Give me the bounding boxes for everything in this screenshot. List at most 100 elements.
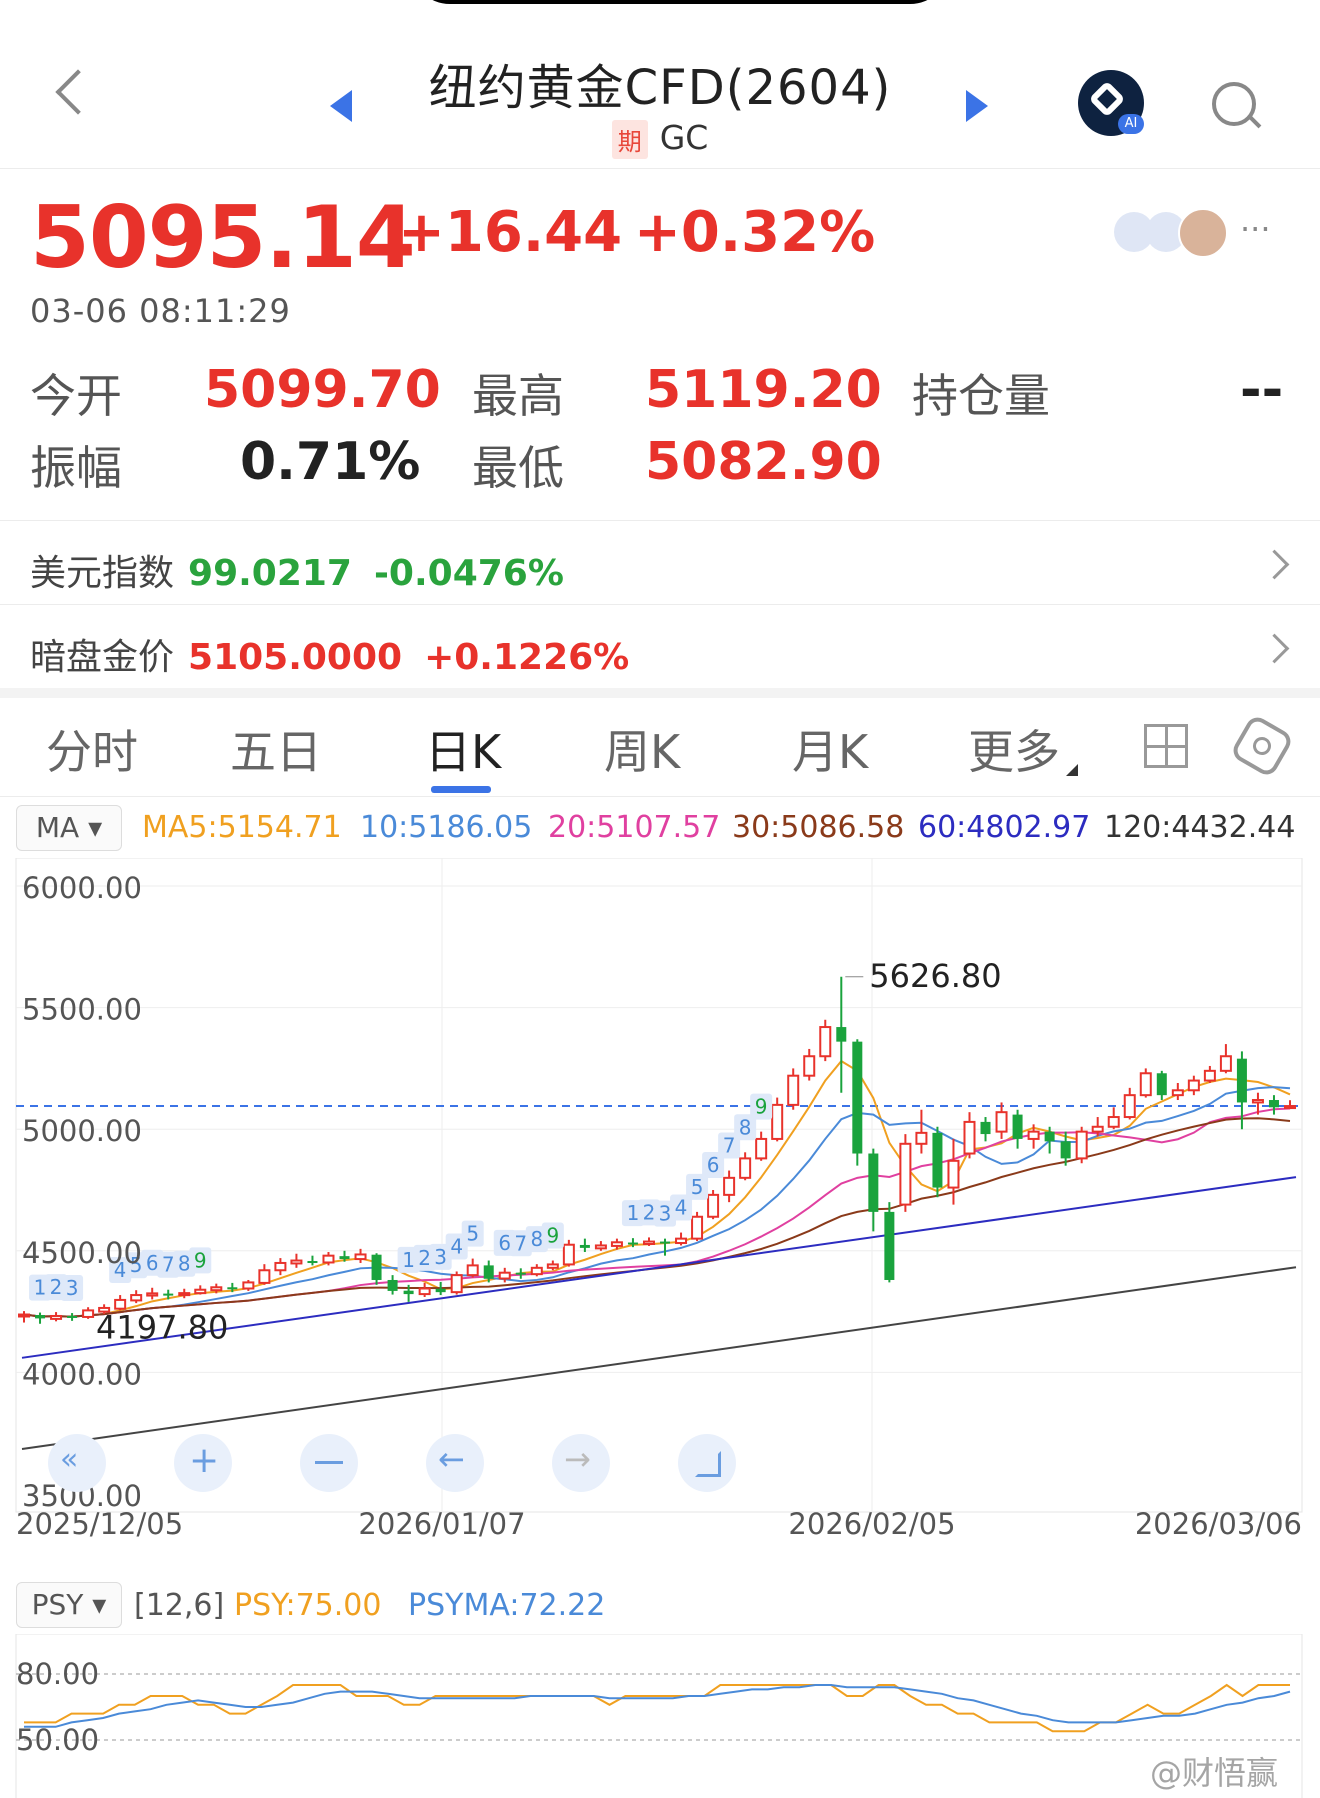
amp-label: 振幅: [30, 441, 122, 495]
row-divider: [0, 604, 1320, 605]
chevron-right-icon[interactable]: [1259, 633, 1290, 664]
psy-selector[interactable]: PSY ▾: [16, 1582, 122, 1628]
candle-body-up: [1219, 1055, 1232, 1072]
candle-body-up: [610, 1241, 623, 1247]
candle-body-up: [1139, 1072, 1152, 1097]
dark-pool-row[interactable]: 暗盘金价 5105.0000 +0.1226%: [30, 628, 629, 680]
candle-body-up: [50, 1314, 63, 1320]
candle-body-up: [1203, 1069, 1216, 1082]
seq-label: 7: [162, 1253, 175, 1277]
code-text: GC: [659, 118, 709, 157]
candle-body-up: [178, 1292, 191, 1297]
candle-body-up: [546, 1263, 559, 1269]
candle-body-down: [932, 1132, 943, 1188]
low-label: 最低: [472, 441, 564, 495]
dollar-index-label: 美元指数: [30, 553, 175, 594]
seq-label: 3: [659, 1202, 672, 1226]
dollar-index-value: 99.0217: [188, 553, 352, 594]
candle-body-up: [146, 1292, 159, 1297]
scroll-right-button[interactable]: →: [552, 1434, 610, 1492]
candle-body-up: [675, 1237, 688, 1245]
min-price-label: 4197.80: [96, 1308, 228, 1346]
candle-body-up: [739, 1157, 752, 1179]
candle-body-up: [1123, 1094, 1136, 1119]
y-tick-label: 6000.00: [22, 871, 142, 905]
tab-five-day[interactable]: 五日: [230, 716, 322, 782]
dark-pool-label: 暗盘金价: [30, 637, 175, 678]
candle-body-up: [1251, 1099, 1264, 1104]
fullscreen-button[interactable]: [678, 1434, 736, 1492]
candle-body-down: [660, 1241, 671, 1244]
seq-label: 9: [546, 1224, 559, 1248]
ma5-value: MA5:5154.71: [142, 810, 342, 845]
ma-selector-label: MA: [35, 811, 80, 844]
candle-body-up: [915, 1131, 928, 1145]
zoom-out-button[interactable]: [300, 1434, 358, 1492]
header-divider: [0, 168, 1320, 169]
candle-body-down: [980, 1121, 991, 1135]
max-price-label: 5626.80: [869, 957, 1001, 995]
candle-body-up: [1091, 1125, 1104, 1133]
section-gap: [0, 688, 1320, 698]
candle-body-down: [35, 1315, 46, 1319]
chevron-right-icon[interactable]: [1259, 549, 1290, 580]
dollar-index-row[interactable]: 美元指数 99.0217 -0.0476%: [30, 544, 564, 596]
candle-body-up: [450, 1274, 463, 1294]
candle-body-up: [899, 1142, 912, 1206]
seq-label: 3: [66, 1276, 79, 1300]
last-price: 5095.14: [30, 188, 416, 288]
ai-icon[interactable]: AI: [1078, 70, 1144, 136]
settings-icon[interactable]: [1229, 713, 1295, 779]
tab-weekly-k[interactable]: 周K: [604, 716, 680, 782]
candle-body-up: [819, 1026, 832, 1058]
scroll-start-button[interactable]: «: [48, 1434, 106, 1492]
candle-body-down: [307, 1261, 318, 1264]
seq-label: 6: [707, 1153, 720, 1177]
psy-lines: [24, 1683, 1291, 1733]
tab-more[interactable]: 更多: [968, 716, 1060, 782]
dropdown-corner-icon: [1066, 764, 1078, 776]
search-icon[interactable]: [1212, 82, 1262, 129]
candle-body-up: [787, 1074, 800, 1106]
open-value: 5099.70: [204, 360, 441, 420]
psy-line: [24, 1683, 1290, 1733]
candle-body-down: [1012, 1114, 1023, 1139]
candle-body-up: [130, 1294, 143, 1302]
candle-body-down: [868, 1153, 879, 1212]
psy-params: [12,6]: [134, 1588, 225, 1623]
more-icon[interactable]: ···: [1240, 210, 1271, 248]
dark-pool-pct: +0.1226%: [424, 637, 630, 678]
candle-body-up: [642, 1240, 655, 1245]
candle-body-down: [163, 1293, 174, 1296]
seq-label: 5: [466, 1222, 479, 1246]
seq-label: 4: [450, 1234, 463, 1258]
tab-daily-k[interactable]: 日K: [425, 716, 501, 782]
candle-body-down: [1060, 1141, 1071, 1159]
psy-grid: 80.00 50.00: [15, 1634, 1303, 1798]
candle-body-up: [691, 1215, 704, 1240]
candle-body-up: [1075, 1130, 1088, 1160]
next-arrow-icon[interactable]: [966, 90, 988, 122]
seq-label: 1: [402, 1248, 415, 1272]
psy-chart[interactable]: 80.00 50.00: [0, 1634, 1320, 1798]
ma10-value: 10:5186.05: [360, 810, 533, 845]
tab-intraday[interactable]: 分时: [46, 716, 138, 782]
zoom-in-button[interactable]: +: [174, 1434, 232, 1492]
chart-frame: [15, 858, 1303, 1513]
kline-grid: [15, 858, 1303, 1513]
ma-selector[interactable]: MA ▾: [16, 805, 122, 851]
grid-icon[interactable]: [1144, 724, 1188, 768]
price-change-pct: +0.32%: [634, 200, 876, 265]
candle-body-down: [1044, 1131, 1055, 1142]
avatar[interactable]: [1178, 208, 1228, 258]
stats-divider: [0, 520, 1320, 521]
seq-label: 9: [755, 1095, 768, 1119]
seq-label: 9: [194, 1248, 207, 1272]
candle-body-up: [1171, 1089, 1184, 1097]
candle-body-up: [995, 1111, 1008, 1133]
tab-monthly-k[interactable]: 月K: [792, 716, 868, 782]
scroll-left-button[interactable]: ←: [426, 1434, 484, 1492]
candle-body-down: [403, 1290, 414, 1295]
candle-body-up: [258, 1269, 271, 1284]
x-tick-label: 2026/03/06: [1135, 1507, 1302, 1538]
